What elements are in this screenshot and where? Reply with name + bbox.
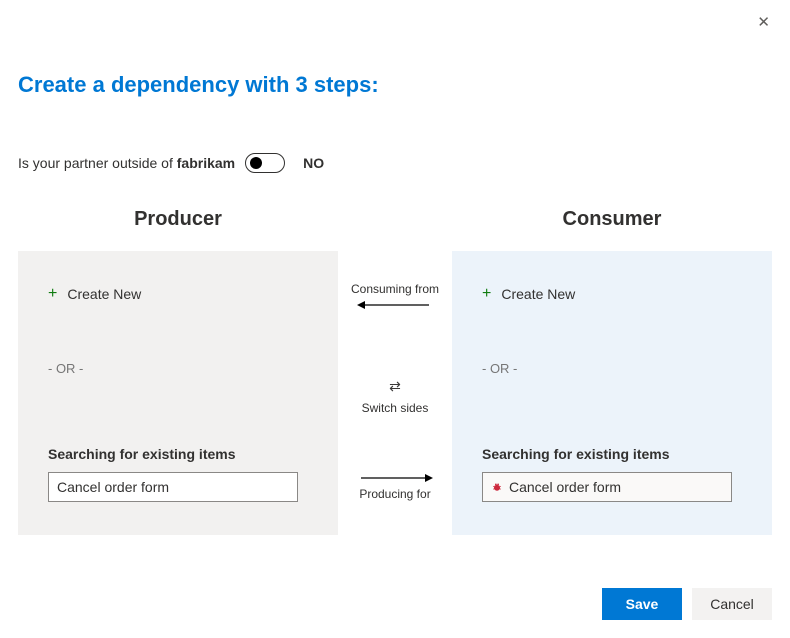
consumer-search-heading: Searching for existing items [482,446,742,462]
producing-for-block: Producing for [355,473,435,505]
arrow-left-icon [355,300,435,310]
arrow-right-icon [355,473,435,483]
middle-column: Consuming from ⇄ Switch sides Producing … [338,208,452,505]
switch-sides-button[interactable]: ⇄ Switch sides [362,378,429,415]
consumer-create-new[interactable]: + Create New [482,285,742,303]
consumer-column: Consumer + Create New - OR - Searching f… [452,208,772,535]
consumer-search-value: Cancel order form [509,479,621,495]
consumer-panel: + Create New - OR - Searching for existi… [452,251,772,535]
consumer-title: Consumer [452,208,772,231]
consumer-or: - OR - [482,361,742,376]
close-icon: ✕ [757,14,770,31]
page-title: Create a dependency with 3 steps: [0,0,790,98]
partner-label: Is your partner outside of fabrikam [18,155,235,171]
producing-label: Producing for [359,487,430,501]
producer-search-value: Cancel order form [57,479,169,495]
consumer-create-label: Create New [501,286,575,302]
swap-icon: ⇄ [389,378,401,395]
cancel-button[interactable]: Cancel [692,588,772,620]
dependency-columns: Producer + Create New - OR - Searching f… [0,173,790,535]
partner-outside-row: Is your partner outside of fabrikam NO [0,98,790,173]
toggle-status: NO [303,155,324,171]
producer-create-label: Create New [67,286,141,302]
consuming-from-block: Consuming from [351,282,439,310]
toggle-knob [250,157,262,169]
plus-icon: + [482,285,491,303]
producer-panel: + Create New - OR - Searching for existi… [18,251,338,535]
producer-create-new[interactable]: + Create New [48,285,308,303]
consuming-label: Consuming from [351,282,439,296]
bug-icon [491,481,503,493]
consumer-search-input[interactable]: Cancel order form [482,472,732,502]
producer-or: - OR - [48,361,308,376]
switch-sides-label: Switch sides [362,401,429,415]
dialog-footer: Save Cancel [602,588,772,620]
producer-search-input[interactable]: Cancel order form [48,472,298,502]
producer-search-heading: Searching for existing items [48,446,308,462]
producer-title: Producer [18,208,338,231]
producer-column: Producer + Create New - OR - Searching f… [18,208,338,535]
org-name: fabrikam [177,155,235,171]
close-button[interactable]: ✕ [757,15,770,30]
plus-icon: + [48,285,57,303]
partner-outside-toggle[interactable] [245,153,285,173]
save-button[interactable]: Save [602,588,682,620]
